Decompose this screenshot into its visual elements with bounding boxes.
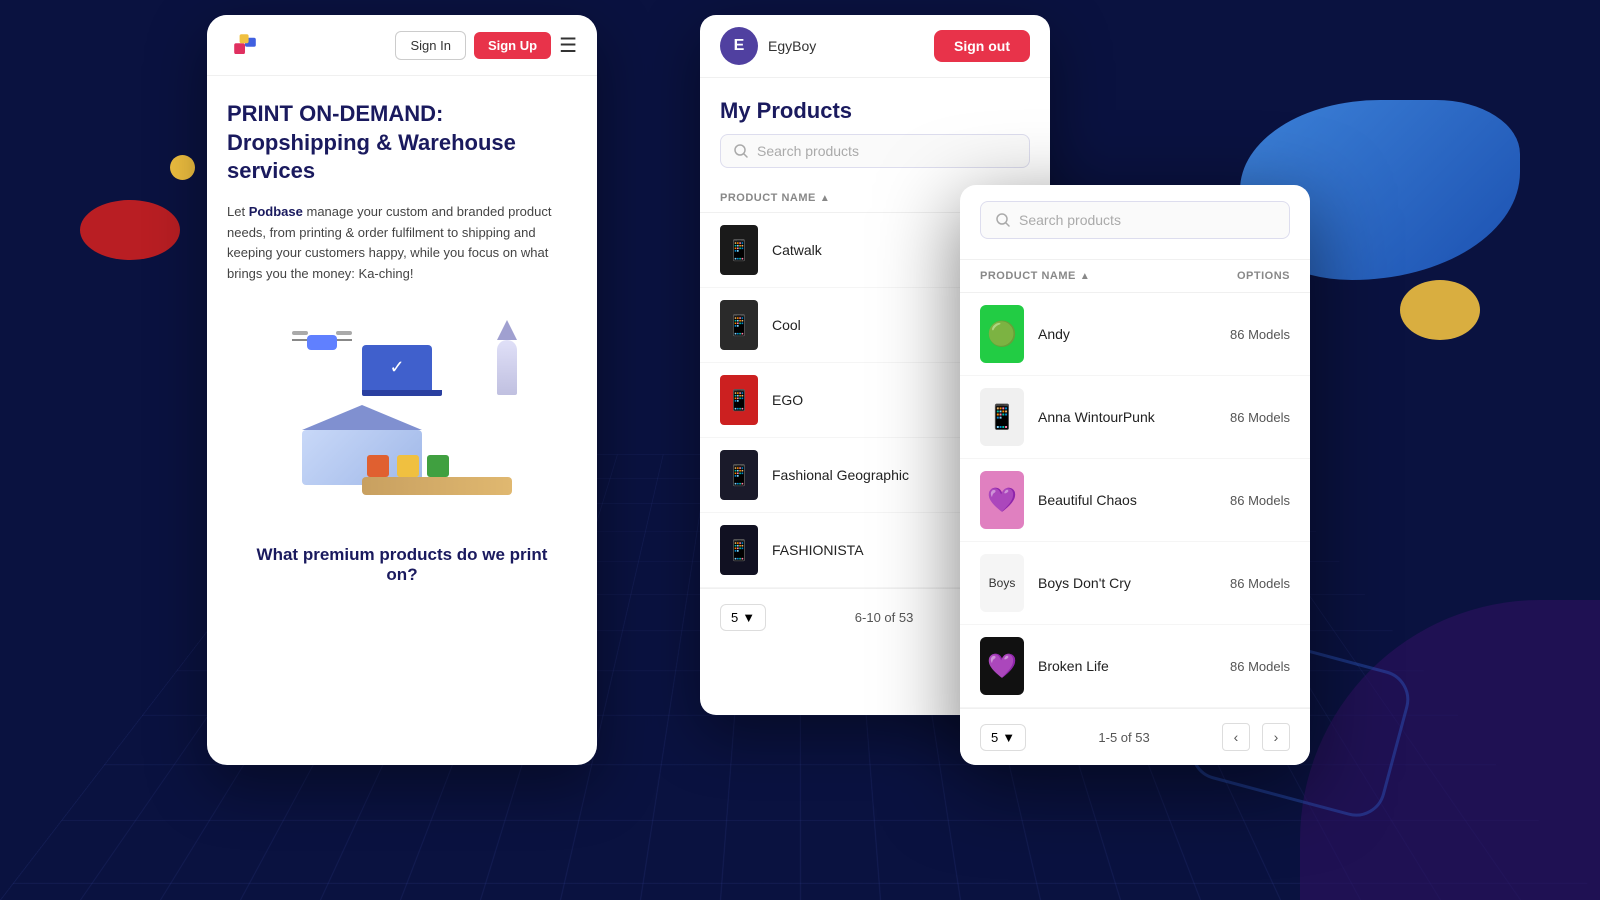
product-thumbnail: 📱 xyxy=(720,375,758,425)
search-panel-header: Search products xyxy=(960,185,1310,259)
menu-icon[interactable]: ☰ xyxy=(559,33,577,58)
search-options-col-header: OPTIONS xyxy=(1237,270,1290,282)
product-options: 86 Models xyxy=(1230,659,1290,674)
product-thumbnail: 📱 xyxy=(980,388,1024,446)
phone-case-image: 📱 xyxy=(720,525,758,575)
search-name-col-header: PRODUCT NAME ▲ xyxy=(980,270,1237,282)
product-name: Boys Don't Cry xyxy=(1038,575,1230,591)
prev-page-button[interactable]: ‹ xyxy=(1222,723,1250,751)
box2-illustration xyxy=(397,455,419,477)
username-label: EgyBoy xyxy=(768,38,934,54)
product-thumbnail: 💜 xyxy=(980,637,1024,695)
product-name: Andy xyxy=(1038,326,1230,342)
page-info: 6-10 of 53 xyxy=(778,610,990,625)
page-info: 1-5 of 53 xyxy=(1038,730,1210,745)
product-name: Anna WintourPunk xyxy=(1038,409,1230,425)
product-options: 86 Models xyxy=(1230,493,1290,508)
red-blob xyxy=(80,200,180,260)
sort-arrow-icon[interactable]: ▲ xyxy=(1080,271,1090,282)
search-panel-table-header: PRODUCT NAME ▲ OPTIONS xyxy=(960,259,1310,293)
chevron-down-icon: ▼ xyxy=(1002,730,1015,745)
avatar: E xyxy=(720,27,758,65)
product-thumbnail: 💜 xyxy=(980,471,1024,529)
table-row[interactable]: 💜 Beautiful Chaos 86 Models xyxy=(960,459,1310,542)
table-row[interactable]: 📱 Anna WintourPunk 86 Models xyxy=(960,376,1310,459)
product-options: 86 Models xyxy=(1230,576,1290,591)
search-panel-placeholder: Search products xyxy=(1019,212,1121,228)
signout-button[interactable]: Sign out xyxy=(934,30,1030,62)
search-panel-input[interactable]: Search products xyxy=(980,201,1290,239)
phone-case-image: 📱 xyxy=(720,300,758,350)
my-products-title: My Products xyxy=(700,78,1050,134)
search-panel-pagination: 5 ▼ 1-5 of 53 ‹ › xyxy=(960,708,1310,765)
landing-content: PRINT ON-DEMAND: Dropshipping & Warehous… xyxy=(207,76,597,609)
signup-button[interactable]: Sign Up xyxy=(474,32,551,59)
product-thumbnail: 📱 xyxy=(720,225,758,275)
chevron-down-icon: ▼ xyxy=(742,610,755,625)
per-page-value: 5 xyxy=(731,610,738,625)
per-page-select[interactable]: 5 ▼ xyxy=(980,724,1026,751)
table-row[interactable]: 💜 Broken Life 86 Models xyxy=(960,625,1310,708)
search-icon xyxy=(995,212,1011,228)
phone-case-image: 📱 xyxy=(720,375,758,425)
search-placeholder: Search products xyxy=(757,143,859,159)
product-thumbnail: 📱 xyxy=(720,450,758,500)
product-name: Catwalk xyxy=(772,242,950,258)
product-name: FASHIONISTA xyxy=(772,542,950,558)
search-panel: Search products PRODUCT NAME ▲ OPTIONS 🟢… xyxy=(960,185,1310,765)
rocket-illustration xyxy=(492,320,522,400)
phone-case-image: 📱 xyxy=(720,225,758,275)
my-products-header: E EgyBoy Sign out xyxy=(700,15,1050,78)
my-products-search[interactable]: Search products xyxy=(720,134,1030,168)
landing-title: PRINT ON-DEMAND: Dropshipping & Warehous… xyxy=(227,100,577,186)
conveyor-illustration xyxy=(362,477,512,495)
phone-case-image: 📱 xyxy=(720,450,758,500)
product-thumbnail: 📱 xyxy=(720,300,758,350)
per-page-value: 5 xyxy=(991,730,998,745)
table-row[interactable]: 🟢 Andy 86 Models xyxy=(960,293,1310,376)
table-row[interactable]: Boys Boys Don't Cry 86 Models xyxy=(960,542,1310,625)
product-name: EGO xyxy=(772,392,950,408)
product-thumbnail: Boys xyxy=(980,554,1024,612)
product-options: 86 Models xyxy=(1230,410,1290,425)
signin-button[interactable]: Sign In xyxy=(395,31,465,60)
sort-arrow-icon[interactable]: ▲ xyxy=(820,193,830,204)
yellow-blob xyxy=(1400,280,1480,340)
landing-bottom-text: What premium products do we print on? xyxy=(227,545,577,585)
search-icon xyxy=(733,143,749,159)
illustration-container: ✓ xyxy=(262,315,542,515)
landing-description: Let Podbase manage your custom and brand… xyxy=(227,202,577,285)
per-page-select[interactable]: 5 ▼ xyxy=(720,604,766,631)
logo[interactable] xyxy=(227,27,263,63)
box3-illustration xyxy=(427,455,449,477)
product-thumbnail: 📱 xyxy=(720,525,758,575)
product-name: Cool xyxy=(772,317,950,333)
landing-header: Sign In Sign Up ☰ xyxy=(207,15,597,76)
yellow-dot xyxy=(170,155,195,180)
product-name: Broken Life xyxy=(1038,658,1230,674)
next-page-button[interactable]: › xyxy=(1262,723,1290,751)
landing-panel: Sign In Sign Up ☰ PRINT ON-DEMAND: Drops… xyxy=(207,15,597,765)
product-thumbnail: 🟢 xyxy=(980,305,1024,363)
drone-illustration xyxy=(292,325,352,365)
box1-illustration xyxy=(367,455,389,477)
product-name: Fashional Geographic xyxy=(772,467,950,483)
product-options: 86 Models xyxy=(1230,327,1290,342)
landing-illustration: ✓ xyxy=(227,305,577,525)
product-name-col-header: PRODUCT NAME ▲ xyxy=(720,192,950,204)
product-name: Beautiful Chaos xyxy=(1038,492,1230,508)
